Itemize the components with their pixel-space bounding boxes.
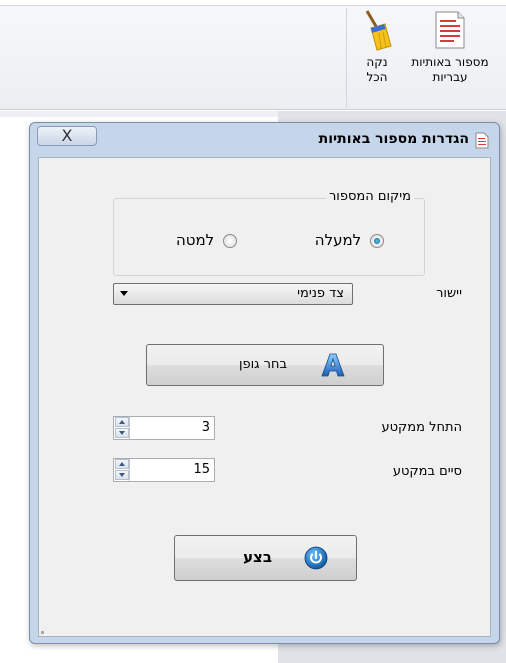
radio-bottom[interactable]: למטה — [176, 231, 237, 249]
document-icon — [475, 132, 489, 149]
spin-up-icon[interactable] — [115, 459, 129, 469]
clean-all-button[interactable]: נקה הכל — [356, 8, 398, 85]
ribbon-top-strip — [0, 0, 506, 6]
start-section-stepper[interactable]: 3 — [113, 416, 215, 440]
font-a-icon — [321, 353, 345, 377]
choose-font-label: בחר גופן — [238, 357, 287, 372]
dialog-title: הגדרות מספור באותיות — [318, 131, 469, 147]
start-section-label: התחל ממקטע — [381, 420, 462, 435]
alignment-label: יישור — [436, 286, 462, 301]
clean-all-label: נקה הכל — [366, 55, 388, 84]
radio-top-label: למעלה — [314, 231, 362, 249]
dialog-body: מיקום המספור למעלה למטה יישור צד פנימי ב… — [38, 157, 491, 637]
close-icon: X — [61, 126, 73, 145]
execute-label: בצע — [243, 548, 272, 566]
document-icon — [435, 11, 465, 49]
radio-top[interactable]: למעלה — [315, 231, 384, 249]
numbering-settings-dialog: הגדרות מספור באותיות X מיקום המספור למעל… — [29, 122, 500, 644]
numbering-position-group: מיקום המספור למעלה למטה — [113, 189, 425, 276]
dialog-titlebar[interactable]: הגדרות מספור באותיות X — [30, 123, 499, 157]
ribbon: נקה הכל מספור באותיות עבריות — [0, 0, 506, 110]
close-button[interactable]: X — [37, 126, 97, 146]
hebrew-numbering-button[interactable]: מספור באותיות עבריות — [400, 8, 500, 85]
spin-buttons — [114, 417, 130, 439]
end-section-label: סיים במקטע — [392, 464, 462, 479]
spin-down-icon[interactable] — [115, 428, 129, 438]
end-section-value: 15 — [193, 462, 210, 477]
alignment-select[interactable]: צד פנימי — [113, 283, 353, 305]
execute-button[interactable]: בצע — [174, 535, 357, 581]
spin-up-icon[interactable] — [115, 417, 129, 427]
radio-unchecked-icon — [223, 233, 237, 248]
spin-buttons — [114, 459, 130, 481]
spin-down-icon[interactable] — [115, 470, 129, 480]
chevron-down-icon — [120, 291, 128, 296]
end-section-stepper[interactable]: 15 — [113, 458, 215, 482]
radio-checked-icon — [370, 233, 384, 248]
power-icon — [304, 546, 328, 570]
alignment-value: צד פנימי — [297, 286, 344, 301]
document-page-strip — [0, 111, 280, 117]
broom-icon — [365, 10, 392, 51]
resize-grip[interactable] — [41, 631, 44, 634]
group-legend: מיקום המספור — [325, 189, 414, 204]
hebrew-numbering-label: מספור באותיות עבריות — [411, 55, 489, 84]
choose-font-button[interactable]: בחר גופן — [146, 344, 384, 386]
start-section-value: 3 — [201, 420, 210, 435]
ribbon-separator — [346, 8, 347, 108]
radio-bottom-label: למטה — [175, 231, 215, 249]
